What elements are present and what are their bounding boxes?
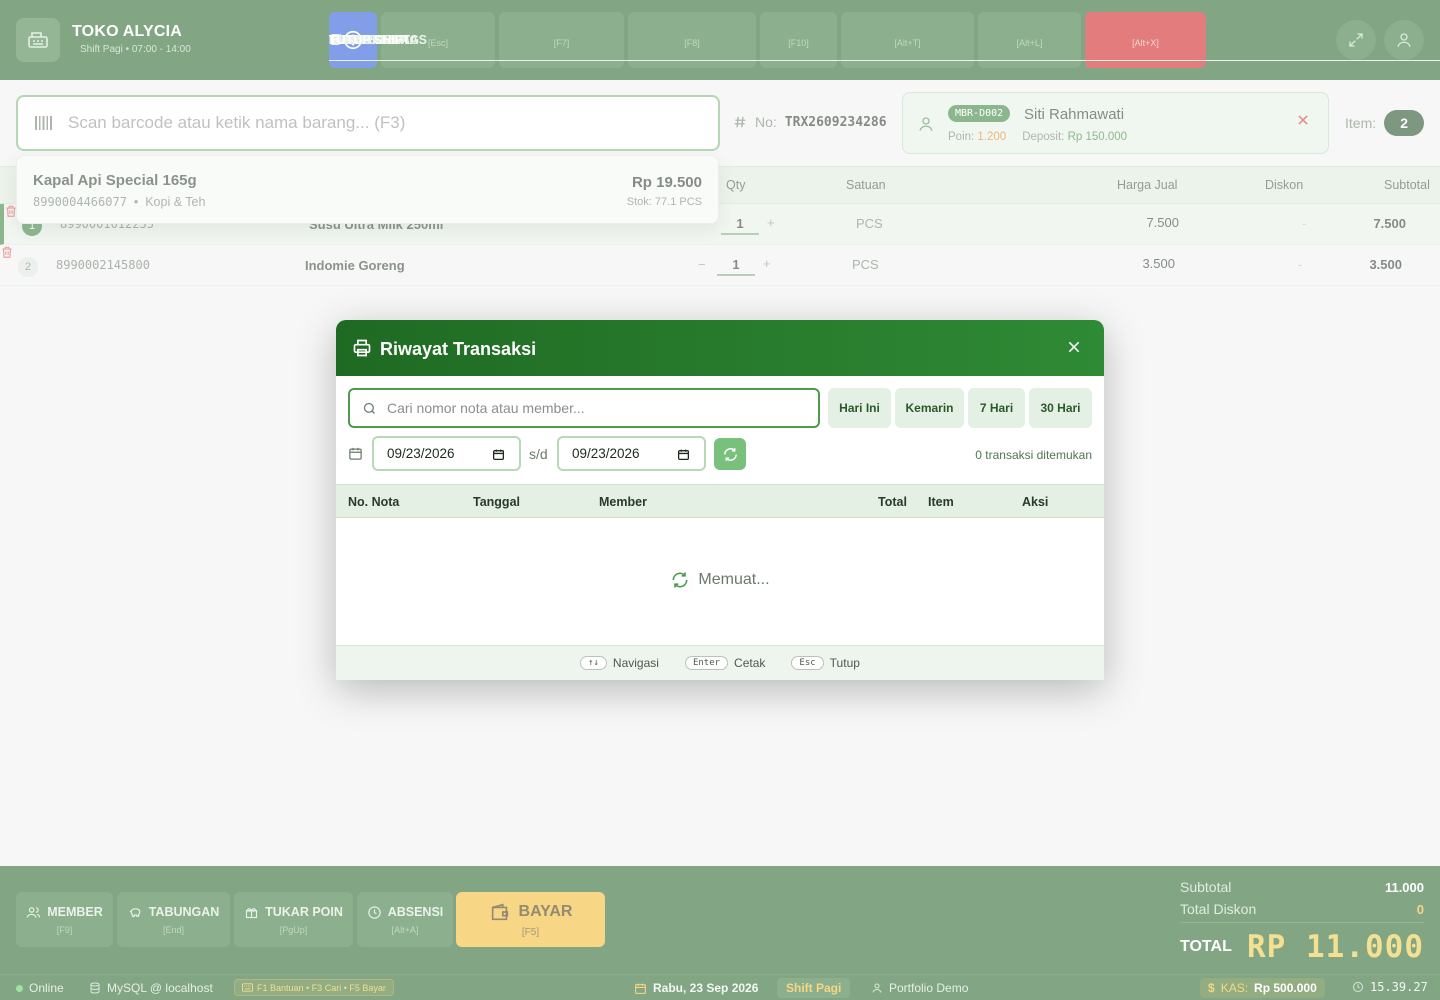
col-member: Member [599, 495, 647, 509]
col-total: Total [878, 495, 907, 509]
hint-print: Enter Cetak [684, 656, 766, 670]
col-note-no: No. Nota [348, 495, 400, 509]
hint-navigate: ↑↓ Navigasi [580, 656, 659, 670]
loading-text: Memuat... [698, 571, 770, 588]
history-table-header: No. Nota Tanggal Member Total Item Aksi [336, 484, 1104, 518]
filter-yesterday-button[interactable]: Kemarin [895, 388, 964, 428]
filter-7days-button[interactable]: 7 Hari [968, 388, 1025, 428]
calendar-picker-icon[interactable] [677, 448, 690, 461]
modal-header: Riwayat Transaksi [336, 320, 1104, 376]
spinner-icon [672, 572, 688, 588]
date-from-value: 09/23/2026 [387, 446, 455, 461]
close-icon[interactable] [1066, 339, 1082, 355]
hint-close: Esc Tutup [791, 656, 860, 670]
hint-navigate-key: ↑↓ [580, 656, 607, 670]
calendar-picker-icon[interactable] [492, 448, 505, 461]
history-search[interactable] [348, 388, 820, 428]
calendar-icon [349, 447, 362, 460]
refresh-icon [723, 447, 737, 461]
transaction-history-modal: Riwayat Transaksi Hari Ini Kemarin 7 Har… [336, 320, 1104, 680]
col-date: Tanggal [473, 495, 520, 509]
search-icon [363, 402, 375, 414]
hint-print-key: Enter [684, 656, 729, 670]
printer-icon [353, 339, 371, 357]
loading-indicator: Memuat... [336, 570, 1104, 590]
hint-navigate-label: Navigasi [612, 656, 659, 670]
hint-close-key: Esc [791, 656, 824, 670]
filter-today-button[interactable]: Hari Ini [828, 388, 891, 428]
col-items: Item [928, 495, 954, 509]
date-to-value: 09/23/2026 [572, 446, 640, 461]
modal-footer: ↑↓ Navigasi Enter Cetak Esc Tutup [336, 645, 1104, 680]
date-separator: s/d [529, 446, 548, 462]
col-action: Aksi [1022, 495, 1049, 509]
result-count: 0 transaksi ditemukan [975, 448, 1092, 462]
refresh-button[interactable] [714, 438, 746, 470]
hint-close-label: Tutup [829, 656, 860, 670]
filter-30days-button[interactable]: 30 Hari [1029, 388, 1092, 428]
date-to-input[interactable]: 09/23/2026 [557, 436, 706, 471]
date-from-input[interactable]: 09/23/2026 [372, 436, 521, 471]
hint-print-label: Cetak [734, 656, 766, 670]
modal-title: Riwayat Transaksi [380, 339, 537, 359]
history-search-input[interactable] [387, 400, 818, 416]
